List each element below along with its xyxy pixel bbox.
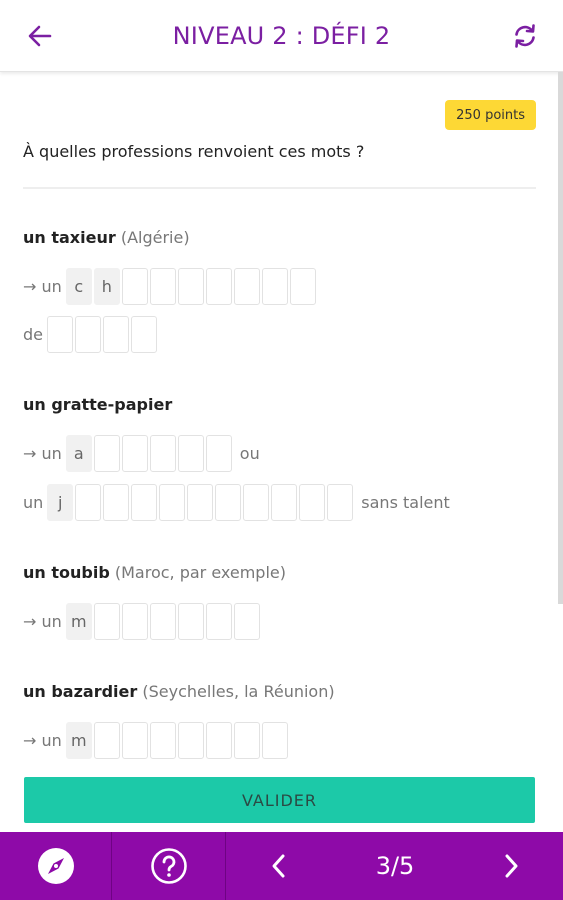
item-word: un bazardier (Seychelles, la Réunion) xyxy=(23,682,335,701)
bottom-navigation: 3/5 xyxy=(0,832,563,900)
letter-input[interactable] xyxy=(327,483,354,521)
compass-button[interactable] xyxy=(0,832,111,900)
letter-input[interactable] xyxy=(233,721,260,759)
challenge-content: 250 points À quelles professions renvoie… xyxy=(0,72,563,832)
validate-button[interactable]: VALIDER xyxy=(24,777,535,823)
divider xyxy=(23,187,536,189)
answer-suffix: ou xyxy=(239,443,260,463)
item-word-note: (Algérie) xyxy=(120,228,190,247)
letter-input[interactable] xyxy=(149,434,176,472)
letter-input[interactable] xyxy=(187,483,214,521)
letter-input[interactable] xyxy=(121,434,148,472)
item-word-note: (Maroc, par exemple) xyxy=(114,563,286,582)
answer-prefix: → un xyxy=(23,276,62,296)
letter-input[interactable] xyxy=(205,434,232,472)
points-badge: 250 points xyxy=(445,100,536,130)
letter-input[interactable] xyxy=(93,602,120,640)
item-word-term: un gratte-papier xyxy=(23,395,173,414)
answer-suffix: sans talent xyxy=(361,492,450,512)
letter-input[interactable] xyxy=(233,267,260,305)
letter-box: h xyxy=(93,267,120,305)
letter-input[interactable] xyxy=(149,721,176,759)
answer-prefix: → un xyxy=(23,443,62,463)
letter-input[interactable] xyxy=(261,267,288,305)
answer-line: de xyxy=(23,315,159,353)
top-app-bar: NIVEAU 2 : DÉFI 2 xyxy=(0,0,563,72)
item-word: un taxieur (Algérie) xyxy=(23,228,190,247)
letter-input[interactable] xyxy=(177,267,204,305)
letter-input[interactable] xyxy=(215,483,242,521)
answer-prefix: un xyxy=(23,492,44,512)
item-word-note: (Seychelles, la Réunion) xyxy=(142,682,335,701)
item-word-term: un bazardier xyxy=(23,682,138,701)
letter-input[interactable] xyxy=(103,315,129,353)
help-icon xyxy=(150,848,187,884)
answer-line: un j sans talent xyxy=(23,483,450,521)
letter-box: j xyxy=(47,483,74,521)
letter-input[interactable] xyxy=(289,267,316,305)
letter-input[interactable] xyxy=(121,267,148,305)
compass-icon xyxy=(37,848,74,884)
letter-input[interactable] xyxy=(177,434,204,472)
letter-input[interactable] xyxy=(121,721,148,759)
chevron-right-icon xyxy=(505,854,518,878)
next-button[interactable] xyxy=(459,832,563,900)
item-word-term: un toubib xyxy=(23,563,110,582)
refresh-icon[interactable] xyxy=(511,22,539,50)
item-word: un gratte-papier xyxy=(23,395,172,414)
letter-input[interactable] xyxy=(205,721,232,759)
letter-input[interactable] xyxy=(103,483,130,521)
page-indicator: 3/5 xyxy=(375,852,415,880)
answer-prefix: → un xyxy=(23,730,62,750)
letter-input[interactable] xyxy=(261,721,288,759)
letter-input[interactable] xyxy=(205,602,232,640)
letter-input[interactable] xyxy=(93,434,120,472)
answer-line: → un m xyxy=(23,602,262,640)
letter-input[interactable] xyxy=(299,483,326,521)
answer-prefix: → un xyxy=(23,611,62,631)
letter-input[interactable] xyxy=(121,602,148,640)
letter-input[interactable] xyxy=(159,483,186,521)
answer-line: → un m xyxy=(23,721,290,759)
answer-line: → un a ou xyxy=(23,434,260,472)
letter-input[interactable] xyxy=(205,267,232,305)
letter-input[interactable] xyxy=(271,483,298,521)
letter-input[interactable] xyxy=(177,721,204,759)
question-text: À quelles professions renvoient ces mots… xyxy=(23,142,365,161)
letter-input[interactable] xyxy=(233,602,260,640)
letter-input[interactable] xyxy=(75,315,101,353)
letter-input[interactable] xyxy=(47,315,73,353)
letter-input[interactable] xyxy=(149,602,176,640)
letter-input[interactable] xyxy=(93,721,120,759)
page-indicator-cell: 3/5 xyxy=(331,832,459,900)
letter-box: c xyxy=(65,267,92,305)
letter-input[interactable] xyxy=(243,483,270,521)
letter-box: m xyxy=(65,602,92,640)
letter-input[interactable] xyxy=(177,602,204,640)
page-title: NIVEAU 2 : DÉFI 2 xyxy=(172,21,391,50)
previous-button[interactable] xyxy=(226,832,331,900)
item-word: un toubib (Maroc, par exemple) xyxy=(23,563,286,582)
chevron-left-icon xyxy=(272,854,284,878)
item-word-term: un taxieur xyxy=(23,228,116,247)
letter-input[interactable] xyxy=(75,483,102,521)
answer-prefix: de xyxy=(23,324,43,344)
help-button[interactable] xyxy=(112,832,225,900)
letter-input[interactable] xyxy=(131,483,158,521)
back-arrow-icon[interactable] xyxy=(26,22,54,50)
letter-input[interactable] xyxy=(149,267,176,305)
letter-box: a xyxy=(65,434,92,472)
answer-line: → un c h xyxy=(23,267,318,305)
letter-box: m xyxy=(65,721,92,759)
letter-input[interactable] xyxy=(131,315,157,353)
